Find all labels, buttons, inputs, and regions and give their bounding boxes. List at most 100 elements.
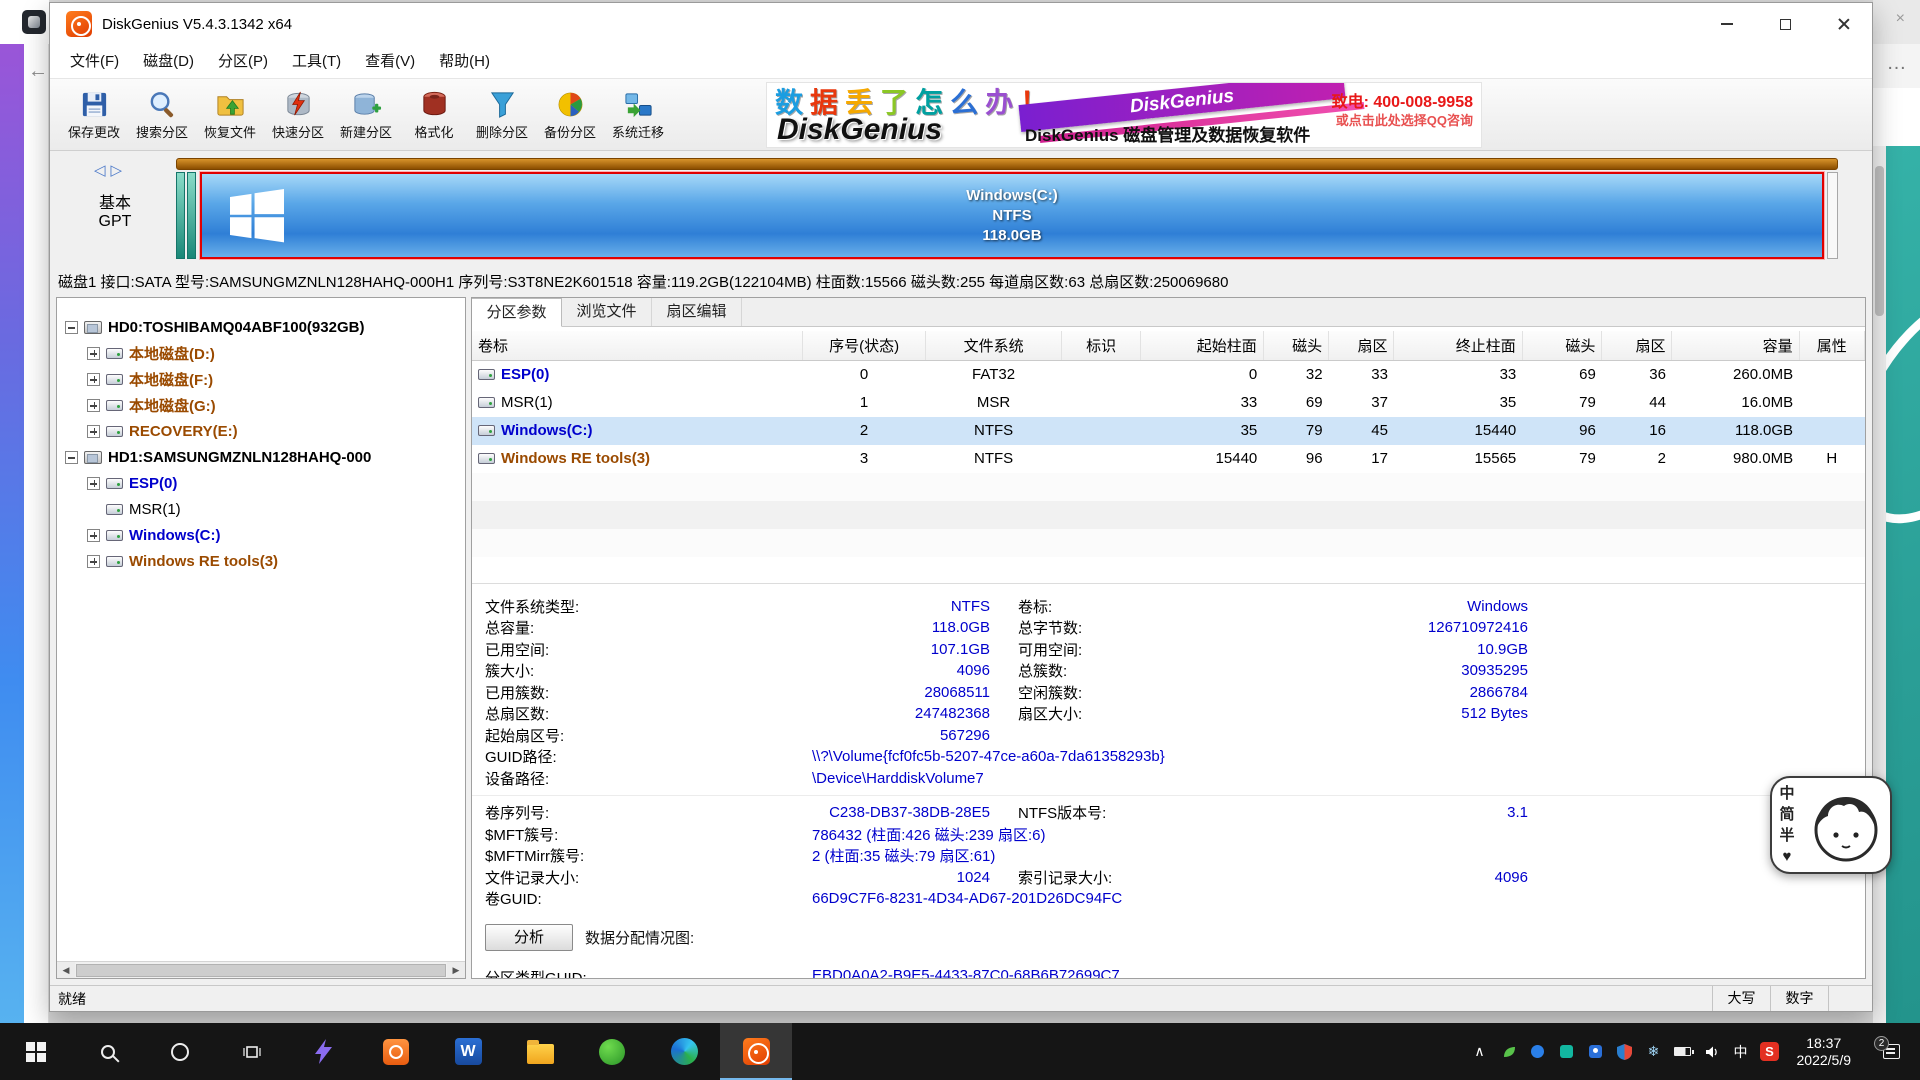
back-arrow-icon[interactable]: ← (28, 60, 48, 83)
expand-icon[interactable] (87, 425, 100, 438)
tree-item-windows-c[interactable]: Windows(C:) (57, 522, 465, 548)
taskbar-app-lightning[interactable] (288, 1023, 360, 1080)
delete-partition-button[interactable]: 删除分区 (468, 82, 536, 148)
scroll-right-icon[interactable]: ▶ (447, 962, 465, 979)
format-button[interactable]: 格式化 (400, 82, 468, 148)
menu-disk[interactable]: 磁盘(D) (131, 46, 206, 78)
expand-icon[interactable] (87, 529, 100, 542)
col-attr[interactable]: 属性 (1799, 331, 1864, 360)
tree-item-local-g[interactable]: 本地磁盘(G:) (57, 392, 465, 418)
ime-floating-widget[interactable]: 中 简 半 ♥ (1770, 776, 1892, 874)
taskbar-app-green[interactable] (576, 1023, 648, 1080)
tree-item-local-f[interactable]: 本地磁盘(F:) (57, 366, 465, 392)
disk-nav-arrows[interactable]: ◁▷ (94, 161, 127, 179)
expand-icon[interactable] (87, 555, 100, 568)
taskbar-app-word[interactable]: W (432, 1023, 504, 1080)
col-filesystem[interactable]: 文件系统 (926, 331, 1061, 360)
leaf-tray-icon[interactable] (1499, 1044, 1519, 1060)
tree-item-esp[interactable]: ESP(0) (57, 470, 465, 496)
col-end-cyl[interactable]: 终止柱面 (1394, 331, 1522, 360)
analyze-button[interactable]: 分析 (485, 924, 573, 951)
minimize-button[interactable] (1698, 3, 1756, 45)
ime-simplified-toggle[interactable]: 简 (1779, 804, 1794, 825)
collapse-icon[interactable] (65, 321, 78, 334)
taskbar-edge[interactable] (648, 1023, 720, 1080)
banner-qq-link[interactable]: 或点击此处选择QQ咨询 (1336, 110, 1473, 129)
new-partition-button[interactable]: 新建分区 (332, 82, 400, 148)
menu-view[interactable]: 查看(V) (353, 46, 427, 78)
maximize-button[interactable] (1756, 3, 1814, 45)
save-changes-button[interactable]: 保存更改 (60, 82, 128, 148)
tree-item-msr[interactable]: MSR(1) (57, 496, 465, 522)
menu-file[interactable]: 文件(F) (58, 46, 131, 78)
action-center-button[interactable]: 2 (1868, 1044, 1914, 1059)
teal-app-tray-icon[interactable] (1557, 1045, 1577, 1058)
col-start-cyl[interactable]: 起始柱面 (1141, 331, 1263, 360)
ime-avatar[interactable] (1802, 778, 1890, 872)
partition-block-esp[interactable] (176, 172, 185, 259)
horizontal-scrollbar[interactable]: ◀ ▶ (57, 961, 465, 978)
expand-icon[interactable] (87, 399, 100, 412)
search-partition-button[interactable]: 搜索分区 (128, 82, 196, 148)
input-method-indicator[interactable]: 中 (1731, 1042, 1751, 1062)
scroll-left-icon[interactable]: ◀ (57, 962, 75, 979)
scrollbar[interactable] (1873, 146, 1886, 1023)
scrollbar-thumb[interactable] (1875, 166, 1884, 316)
tab-browse-files[interactable]: 浏览文件 (562, 298, 652, 326)
col-end-head[interactable]: 磁头 (1522, 331, 1602, 360)
col-flag[interactable]: 标识 (1061, 331, 1141, 360)
menu-partition[interactable]: 分区(P) (206, 46, 280, 78)
scrollbar-thumb[interactable] (76, 964, 446, 977)
titlebar[interactable]: DiskGenius V5.4.3.1342 x64 (50, 3, 1872, 45)
collapse-icon[interactable] (65, 451, 78, 464)
heart-icon[interactable]: ♥ (1783, 846, 1792, 867)
tree-item-hd1[interactable]: HD1:SAMSUNGMZNLN128HAHQ-000 (57, 444, 465, 470)
sogou-icon[interactable]: S (1760, 1042, 1780, 1061)
system-migrate-button[interactable]: 系统迁移 (604, 82, 672, 148)
col-end-sector[interactable]: 扇区 (1602, 331, 1672, 360)
tab-partition-params[interactable]: 分区参数 (472, 298, 562, 327)
partition-block-msr[interactable] (187, 172, 196, 259)
volume-icon[interactable] (1702, 1044, 1722, 1060)
col-volume[interactable]: 卷标 (472, 331, 802, 360)
expand-icon[interactable] (87, 373, 100, 386)
taskbar-file-explorer[interactable] (504, 1023, 576, 1080)
ime-lang-toggle[interactable]: 中 (1779, 783, 1794, 804)
start-button[interactable] (0, 1023, 72, 1080)
col-start-sector[interactable]: 扇区 (1329, 331, 1394, 360)
menu-help[interactable]: 帮助(H) (427, 46, 502, 78)
tab-sector-edit[interactable]: 扇区编辑 (652, 298, 742, 326)
col-start-head[interactable]: 磁头 (1263, 331, 1328, 360)
taskbar-clock[interactable]: 18:37 2022/5/9 (1789, 1035, 1860, 1069)
snowflake-icon[interactable]: ❄ (1644, 1043, 1664, 1060)
backup-partition-button[interactable]: 备份分区 (536, 82, 604, 148)
close-button[interactable] (1814, 3, 1872, 45)
ime-width-toggle[interactable]: 半 (1779, 825, 1794, 846)
tree-item-recovery-e[interactable]: RECOVERY(E:) (57, 418, 465, 444)
blue-dot-tray-icon[interactable] (1528, 1045, 1548, 1058)
col-index[interactable]: 序号(状态) (802, 331, 926, 360)
taskbar-search-button[interactable] (72, 1023, 144, 1080)
disk-capacity-bar[interactable] (176, 158, 1838, 170)
expand-icon[interactable] (87, 477, 100, 490)
table-row-esp[interactable]: ESP(0) 0 FAT32 0 32 33 33 69 36 260.0MB (472, 360, 1865, 389)
col-capacity[interactable]: 容量 (1672, 331, 1799, 360)
security-shield-icon[interactable] (1615, 1044, 1635, 1060)
recover-files-button[interactable]: 恢复文件 (196, 82, 264, 148)
tree-item-local-d[interactable]: 本地磁盘(D:) (57, 340, 465, 366)
tree-item-windows-re[interactable]: Windows RE tools(3) (57, 548, 465, 574)
battery-icon[interactable] (1673, 1047, 1693, 1056)
partition-block-windows-selected[interactable]: Windows(C:) NTFS 118.0GB (200, 172, 1824, 259)
hidden-icons-button[interactable]: ∧ (1470, 1043, 1490, 1060)
quick-partition-button[interactable]: 快速分区 (264, 82, 332, 148)
ad-banner[interactable]: 数据丢了怎么办！ DiskGenius DiskGenius 致电: 400-0… (766, 82, 1482, 148)
menu-tools[interactable]: 工具(T) (280, 46, 353, 78)
cortana-button[interactable] (144, 1023, 216, 1080)
expand-icon[interactable] (87, 347, 100, 360)
table-row-windows-selected[interactable]: Windows(C:) 2 NTFS 35 79 45 15440 96 16 … (472, 417, 1865, 445)
more-options-icon[interactable]: … (1873, 44, 1920, 88)
partition-block-retools[interactable] (1827, 172, 1838, 259)
tree-item-hd0[interactable]: HD0:TOSHIBAMQ04ABF100(932GB) (57, 314, 465, 340)
close-icon[interactable]: × (1896, 10, 1905, 28)
taskbar-app-orange[interactable] (360, 1023, 432, 1080)
